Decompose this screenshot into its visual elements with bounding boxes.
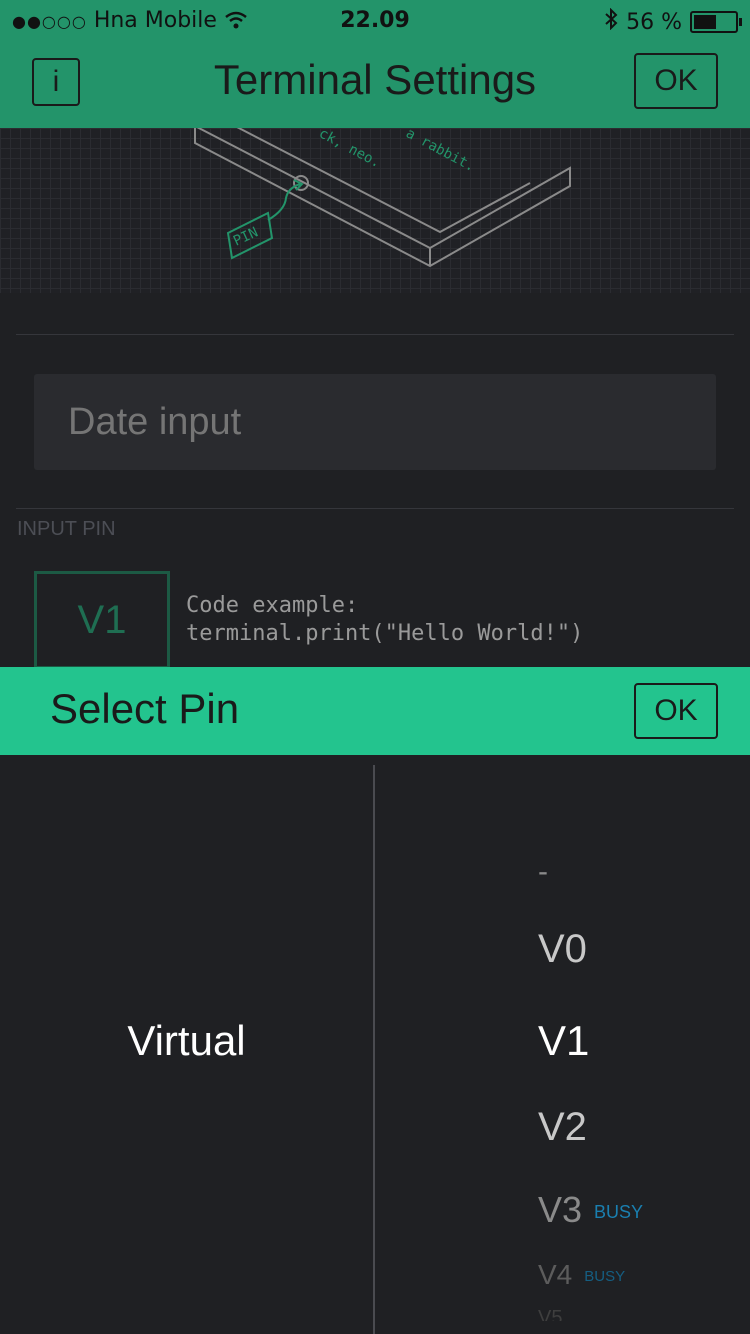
input-pin-selector[interactable]: V1 — [34, 571, 170, 669]
pin-label-tag: PIN — [226, 179, 304, 260]
pin-option-label: V4 — [538, 1259, 573, 1290]
select-pin-ok-button[interactable]: OK — [634, 683, 718, 739]
code-example-line: terminal.print("Hello World!") — [186, 621, 584, 646]
pin-option-none[interactable]: - — [538, 855, 548, 889]
pin-mode-option[interactable]: Virtual — [0, 1017, 373, 1065]
pin-option-v2[interactable]: V2 — [538, 1105, 587, 1150]
select-pin-title: Select Pin — [50, 685, 240, 732]
select-pin-header: Select Pin OK — [0, 667, 750, 755]
pin-option-label: V2 — [538, 1105, 587, 1149]
pin-picker[interactable]: Virtual - V0 V1 V2 V3 BUSY V4 BUSY V5 — [0, 755, 750, 1334]
divider — [16, 334, 734, 335]
pin-option-label: V3 — [538, 1189, 583, 1230]
code-example-heading: Code example: — [186, 593, 359, 618]
pin-option-v3[interactable]: V3 BUSY — [538, 1189, 643, 1231]
pin-option-label: V5 — [538, 1307, 563, 1321]
busy-badge: BUSY — [594, 1201, 644, 1222]
bluetooth-icon — [604, 7, 618, 36]
pin-option-v0[interactable]: V0 — [538, 927, 587, 972]
battery-icon — [690, 11, 742, 33]
input-pin-label: INPUT PIN — [17, 518, 116, 540]
pin-option-v4[interactable]: V4 BUSY — [538, 1259, 625, 1291]
header: i Terminal Settings OK — [0, 40, 750, 128]
ok-button[interactable]: OK — [634, 53, 718, 109]
busy-badge: BUSY — [584, 1268, 626, 1286]
pin-option-label: - — [538, 855, 548, 888]
screen-text-line-1: ck, neo. — [316, 128, 383, 171]
pin-option-label: V1 — [538, 1017, 590, 1064]
divider — [16, 508, 734, 509]
status-bar: ●●○○○ Hna Mobile 22.09 56 % — [0, 0, 750, 40]
status-right: 56 % — [604, 7, 742, 36]
terminal-illustration: PIN ck, neo. a rabbit. — [0, 128, 750, 293]
date-input-field[interactable] — [34, 374, 716, 470]
battery-percent: 56 % — [626, 9, 682, 35]
screen-text-line-2: a rabbit. — [403, 128, 477, 175]
pin-option-v1[interactable]: V1 — [538, 1017, 589, 1065]
pin-option-label: V0 — [538, 927, 587, 971]
pin-option-v5[interactable]: V5 — [538, 1307, 562, 1321]
code-example: Code example: terminal.print("Hello Worl… — [186, 592, 583, 648]
picker-separator — [373, 765, 375, 1334]
